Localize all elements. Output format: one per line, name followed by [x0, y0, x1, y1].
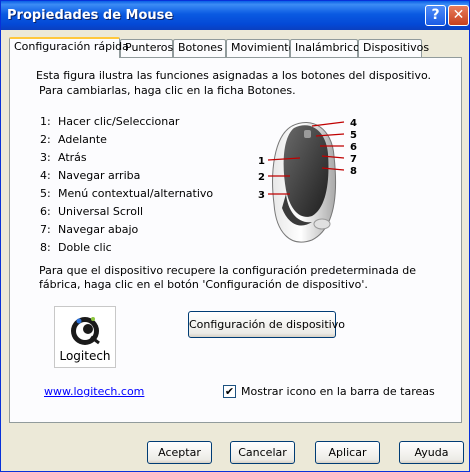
scroll-wheel-icon: [304, 130, 311, 138]
taskbar-icon-label: Mostrar icono en la barra de tareas: [241, 385, 435, 398]
tab-configuracion-rapida[interactable]: Configuración rápida: [9, 37, 129, 58]
cancel-button[interactable]: Cancelar: [230, 441, 295, 464]
leader-line-4: [311, 121, 345, 127]
diagram-label-8: 8: [350, 166, 357, 177]
help-title-button[interactable]: ?: [425, 5, 446, 26]
function-num: 2:: [40, 133, 51, 146]
tab-panel: Esta figura ilustra las funciones asigna…: [9, 57, 462, 423]
help-button[interactable]: Ayuda: [399, 441, 464, 464]
taskbar-icon-checkbox[interactable]: ✔: [223, 385, 236, 398]
mouse-properties-window: Propiedades de Mouse ? ✕ Configuración r…: [0, 0, 470, 472]
logitech-logo: Logitech: [54, 306, 116, 368]
function-num: 7:: [40, 223, 51, 236]
tab-inalambrico[interactable]: Inalámbrico: [290, 39, 360, 57]
close-button[interactable]: ✕: [448, 5, 469, 26]
reset-text-line-1: Para que el dispositivo recupere la conf…: [39, 264, 417, 277]
intro-line-1: Esta figura ilustra las funciones asigna…: [36, 69, 432, 82]
diagram-label-1: 1: [258, 156, 265, 167]
logitech-eye-icon: [71, 317, 100, 345]
function-num: 8:: [40, 241, 51, 254]
diagram-label-3: 3: [258, 190, 265, 201]
diagram-label-7: 7: [350, 154, 357, 165]
function-num: 4:: [40, 169, 51, 182]
window-title: Propiedades de Mouse: [7, 8, 174, 23]
function-num: 6:: [40, 205, 51, 218]
diagram-label-2: 2: [258, 172, 265, 183]
function-label: Universal Scroll: [58, 205, 144, 218]
function-label: Hacer clic/Seleccionar: [58, 115, 180, 128]
diagram-label-5: 5: [350, 130, 357, 141]
tab-botones[interactable]: Botones: [173, 39, 226, 57]
diagram-label-4: 4: [350, 118, 357, 129]
mouse-top-shell: [283, 125, 329, 217]
function-label: Menú contextual/alternativo: [58, 187, 214, 200]
logitech-mark-icon: [313, 218, 331, 230]
tab-movimiento[interactable]: Movimiento: [226, 39, 295, 57]
function-label: Navegar abajo: [58, 223, 139, 236]
function-label: Navegar arriba: [58, 169, 141, 182]
title-bar[interactable]: Propiedades de Mouse ? ✕: [1, 1, 469, 30]
logo-text: Logitech: [59, 349, 111, 363]
apply-button[interactable]: Aplicar: [315, 441, 380, 464]
mouse-diagram: 1 2 3 4 5 6 7 8: [258, 118, 357, 243]
intro-line-2: Para cambiarlas, haga clic en la ficha B…: [39, 84, 296, 97]
function-num: 1:: [40, 115, 51, 128]
logitech-link[interactable]: www.logitech.com: [44, 385, 144, 398]
function-num: 5:: [40, 187, 51, 200]
device-settings-button[interactable]: Configuración de dispositivo: [188, 311, 345, 338]
function-label: Adelante: [58, 133, 107, 146]
function-num: 3:: [40, 151, 51, 164]
function-label: Atrás: [58, 151, 87, 164]
tab-dispositivos[interactable]: Dispositivos: [358, 39, 429, 57]
diagram-label-6: 6: [350, 142, 357, 153]
reset-text-line-2: fábrica, haga clic en el botón 'Configur…: [39, 278, 368, 291]
ok-button[interactable]: Aceptar: [147, 441, 212, 464]
function-label: Doble clic: [58, 241, 112, 254]
